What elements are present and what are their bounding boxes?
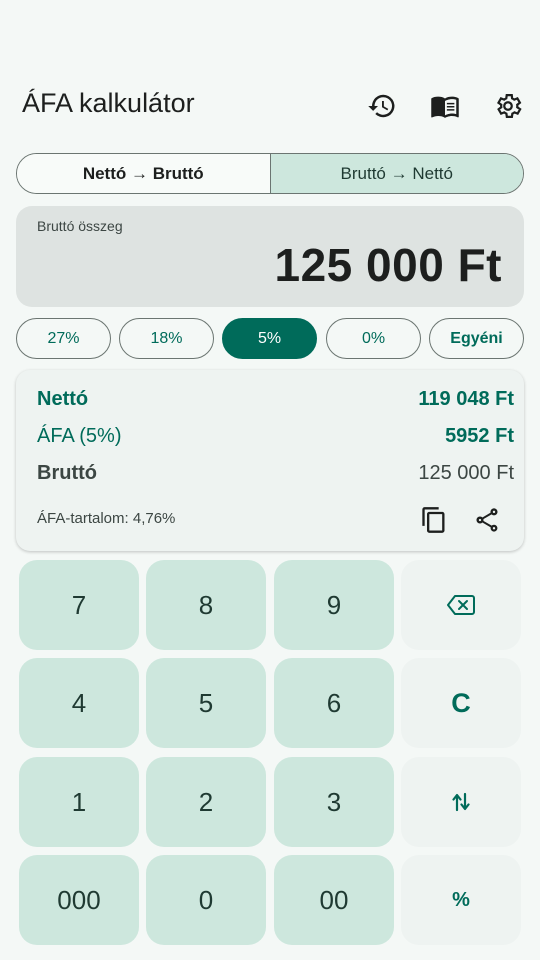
swap-button[interactable] — [401, 757, 521, 847]
rate-chip-5[interactable]: 5% — [222, 318, 317, 359]
mode-net-to-gross[interactable]: Nettó → Bruttó — [17, 154, 271, 193]
key-1[interactable]: 1 — [19, 757, 139, 847]
result-card: Nettó 119 048 Ft ÁFA (5%) 5952 Ft Bruttó… — [16, 370, 524, 551]
key-8[interactable]: 8 — [146, 560, 266, 650]
vat-row: ÁFA (5%) 5952 Ft — [37, 425, 514, 451]
app-title: ÁFA kalkulátor — [22, 88, 195, 118]
key-0[interactable]: 0 — [146, 855, 266, 945]
vat-rate-chips: 27% 18% 5% 0% Egyéni — [16, 318, 524, 359]
vat-label: ÁFA (5%) — [37, 425, 122, 447]
net-value: 119 048 Ft — [418, 388, 514, 410]
app-bar: ÁFA kalkulátor — [0, 70, 540, 140]
copy-icon[interactable] — [419, 504, 449, 536]
mode-toggle: Nettó → Bruttó Bruttó → Nettó — [16, 153, 524, 194]
backspace-button[interactable] — [401, 560, 521, 650]
key-3[interactable]: 3 — [274, 757, 394, 847]
key-9[interactable]: 9 — [274, 560, 394, 650]
key-000[interactable]: 000 — [19, 855, 139, 945]
clear-button[interactable]: C — [401, 658, 521, 748]
share-icon[interactable] — [472, 504, 502, 536]
key-00[interactable]: 00 — [274, 855, 394, 945]
backspace-icon — [447, 595, 475, 615]
settings-icon[interactable] — [492, 90, 524, 122]
key-7[interactable]: 7 — [19, 560, 139, 650]
rate-chip-18[interactable]: 18% — [119, 318, 214, 359]
vat-value: 5952 Ft — [445, 425, 514, 447]
key-5[interactable]: 5 — [146, 658, 266, 748]
history-icon[interactable] — [366, 90, 398, 122]
key-6[interactable]: 6 — [274, 658, 394, 748]
net-label: Nettó — [37, 388, 89, 410]
amount-label: Bruttó összeg — [37, 218, 123, 234]
net-row: Nettó 119 048 Ft — [37, 388, 514, 414]
rate-chip-custom[interactable]: Egyéni — [429, 318, 524, 359]
vat-content-text: ÁFA-tartalom: 4,76% — [37, 510, 176, 527]
amount-value: 125 000 Ft — [274, 239, 502, 291]
amount-display[interactable]: Bruttó összeg 125 000 Ft — [16, 206, 524, 307]
mode-gross-to-net[interactable]: Bruttó → Nettó — [270, 154, 523, 193]
key-2[interactable]: 2 — [146, 757, 266, 847]
percent-button[interactable]: % — [401, 855, 521, 945]
rate-chip-0[interactable]: 0% — [326, 318, 421, 359]
gross-value: 125 000 Ft — [418, 462, 514, 484]
keypad: 7 8 9 4 5 6 C 1 2 3 000 0 00 % — [19, 560, 521, 946]
book-icon[interactable] — [429, 90, 461, 122]
rate-chip-27[interactable]: 27% — [16, 318, 111, 359]
gross-row: Bruttó 125 000 Ft — [37, 462, 514, 488]
gross-label: Bruttó — [37, 462, 97, 484]
key-4[interactable]: 4 — [19, 658, 139, 748]
swap-arrows-icon — [452, 792, 470, 812]
